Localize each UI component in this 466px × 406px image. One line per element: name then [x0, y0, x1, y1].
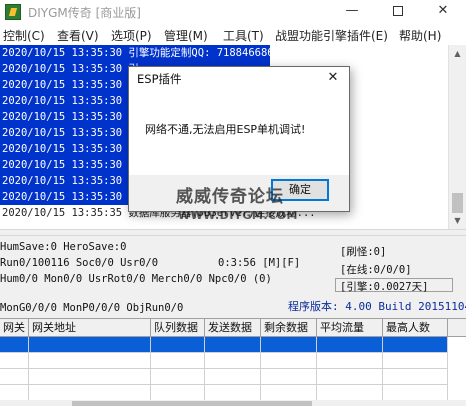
- app-icon: [5, 4, 21, 20]
- column-header-gateway[interactable]: 网关: [0, 319, 29, 336]
- column-divider: [316, 337, 317, 406]
- close-icon: ✕: [327, 70, 339, 85]
- menu-engine-plugin[interactable]: 战盟功能引擎插件(E): [275, 27, 388, 44]
- monster-status: MonG0/0/0 MonP0/0/0 ObjRun0/0: [0, 302, 184, 314]
- log-scrollbar[interactable]: ▲ ▼: [448, 45, 466, 229]
- menu-control[interactable]: 控制(C): [3, 27, 45, 44]
- column-header-send-data[interactable]: 发送数据: [205, 319, 261, 336]
- column-divider: [28, 337, 29, 406]
- maximize-button[interactable]: [376, 0, 420, 24]
- column-header-gateway-address[interactable]: 网关地址: [29, 319, 151, 336]
- maximize-icon: [393, 6, 403, 16]
- dialog-title-bar: ESP插件 ✕: [129, 67, 349, 89]
- panel-splitter[interactable]: [0, 229, 466, 236]
- column-divider: [204, 337, 205, 406]
- window-title: DIYGM传奇 [商业版]: [28, 6, 141, 20]
- scroll-up-arrow-icon[interactable]: ▲: [449, 45, 466, 62]
- refresh-monster-label: [刷怪:0]: [340, 246, 387, 258]
- scroll-thumb[interactable]: [452, 193, 463, 213]
- close-icon: ✕: [437, 3, 449, 18]
- minimize-icon: —: [345, 3, 359, 18]
- table-row[interactable]: [0, 369, 448, 385]
- forum-watermark: 威威传奇论坛: [176, 187, 284, 207]
- scroll-thumb[interactable]: [72, 401, 312, 406]
- menu-options[interactable]: 选项(P): [111, 27, 152, 44]
- dialog-message: 网络不通,无法启用ESP单机调试!: [145, 123, 306, 136]
- column-header-remaining-data[interactable]: 剩余数据: [261, 319, 317, 336]
- save-status: HumSave:0 HeroSave:0: [0, 241, 127, 253]
- table-row[interactable]: [0, 353, 448, 369]
- table-row[interactable]: [0, 385, 448, 401]
- column-header-queue-data[interactable]: 队列数据: [151, 319, 205, 336]
- menu-view[interactable]: 查看(V): [57, 27, 99, 44]
- scroll-down-arrow-icon[interactable]: ▼: [449, 212, 466, 229]
- table-row[interactable]: [0, 337, 448, 353]
- run-status: Run0/100116 Soc0/0 Usr0/0: [0, 257, 159, 269]
- dialog-title: ESP插件: [137, 72, 182, 86]
- dialog-body: 网络不通,无法启用ESP单机调试!: [129, 89, 349, 175]
- program-version: 程序版本: 4.00 Build 20151104: [288, 300, 466, 313]
- column-divider: [150, 337, 151, 406]
- forum-watermark-url: WWW.DIYGM.COM: [178, 209, 298, 222]
- table-horizontal-scrollbar[interactable]: [0, 400, 466, 406]
- gateway-table[interactable]: 网关 网关地址 队列数据 发送数据 剩余数据 平均流量 最高人数: [0, 318, 466, 406]
- close-button[interactable]: ✕: [421, 0, 465, 24]
- object-status: Hum0/0 Mon0/0 UsrRot0/0 Merch0/0 Npc0/0 …: [0, 273, 272, 285]
- online-count-label: [在线:0/0/0]: [340, 264, 412, 276]
- column-divider: [447, 337, 448, 406]
- status-panel: HumSave:0 HeroSave:0 Run0/100116 Soc0/0 …: [0, 236, 466, 318]
- uptime-status: 0:3:56 [M][F]: [218, 257, 301, 269]
- menu-help[interactable]: 帮助(H): [399, 27, 441, 44]
- table-header: 网关 网关地址 队列数据 发送数据 剩余数据 平均流量 最高人数: [0, 319, 466, 337]
- minimize-button[interactable]: —: [330, 0, 374, 24]
- engine-uptime-label: [引擎:0.0027天]: [340, 281, 429, 293]
- column-divider: [382, 337, 383, 406]
- column-header-max-players[interactable]: 最高人数: [383, 319, 448, 336]
- title-bar: DIYGM传奇 [商业版] — ✕: [0, 0, 466, 24]
- dialog-close-button[interactable]: ✕: [317, 67, 349, 89]
- menu-tools[interactable]: 工具(T): [223, 27, 264, 44]
- column-header-average-traffic[interactable]: 平均流量: [317, 319, 383, 336]
- menu-manage[interactable]: 管理(M): [164, 27, 208, 44]
- column-divider: [260, 337, 261, 406]
- menu-bar: 控制(C) 查看(V) 选项(P) 管理(M) 工具(T) 战盟功能引擎插件(E…: [0, 24, 466, 45]
- log-line[interactable]: 2020/10/15 13:35:30 引擎功能定制QQ: 718846686: [0, 45, 274, 61]
